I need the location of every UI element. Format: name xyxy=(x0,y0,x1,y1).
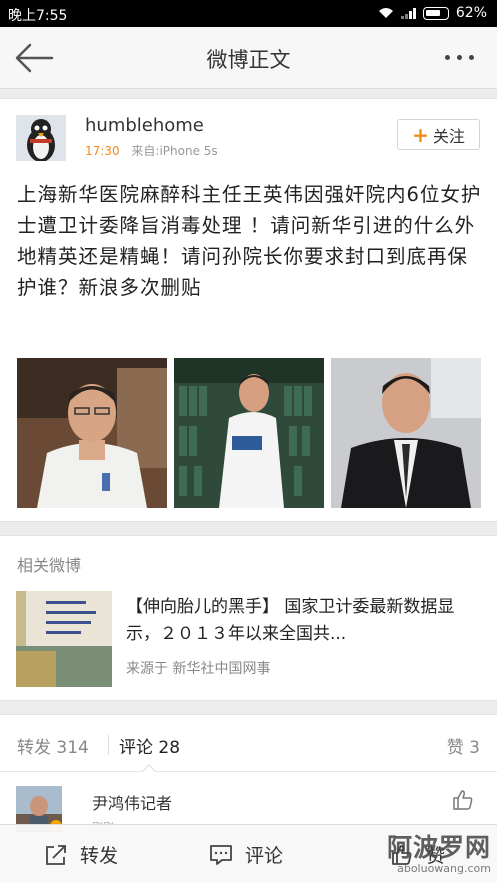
post-meta: 17:30 来自:iPhone 5s xyxy=(85,142,218,159)
plus-icon: + xyxy=(412,122,429,147)
signal-icon xyxy=(400,7,416,19)
tab-like[interactable]: 赞 3 xyxy=(447,733,480,758)
status-time: 晚上7:55 xyxy=(8,8,68,24)
related-title: 【伸向胎儿的黑手】 国家卫计委最新数据显示，２０１３年以来全国共... xyxy=(126,597,455,644)
tab-comment[interactable]: 评论 28 xyxy=(119,733,180,758)
related-source: 来源于 新华社中国网事 xyxy=(126,661,271,677)
post-body: 上海新华医院麻醉科主任王英伟因强奸院内6位女护士遭卫计委降旨消毒处理 ！请问新华… xyxy=(17,183,482,299)
comment-author[interactable]: 尹鸿伟记者 xyxy=(92,790,172,814)
interaction-tabs: 转发 314 评论 28 赞 3 xyxy=(0,714,497,772)
tab-divider xyxy=(108,735,109,755)
repost-label: 转发 xyxy=(80,845,119,867)
status-icons: 62% xyxy=(378,5,487,21)
related-section: 相关微博 【伸向胎儿的黑手】 国家卫计委最新数据显示，２０１３年以来全国共...… xyxy=(0,535,497,701)
comment-icon xyxy=(210,844,232,865)
post-source: 来自:iPhone 5s xyxy=(131,144,218,158)
status-bar: 晚上7:55 62% xyxy=(0,0,497,27)
tab-repost[interactable]: 转发 314 xyxy=(17,733,89,758)
penguin-avatar-icon xyxy=(16,115,66,161)
related-heading: 相关微博 xyxy=(17,556,82,575)
weibo-post: humblehome 17:30 来自:iPhone 5s + 关注 上海新华医… xyxy=(0,98,497,522)
watermark-text-cn: 阿波罗网 xyxy=(386,833,491,862)
battery-icon xyxy=(422,6,449,20)
post-photo-3[interactable] xyxy=(331,358,481,508)
comment-item: 尹鸿伟记者 刚刚 xyxy=(0,772,497,834)
related-thumbnail xyxy=(16,591,112,687)
comment-label: 评论 xyxy=(245,845,284,867)
post-photo-1[interactable] xyxy=(17,358,167,508)
nav-bar: 微博正文 xyxy=(0,27,497,89)
more-button[interactable] xyxy=(439,47,479,67)
battery-percent: 62% xyxy=(455,5,487,21)
post-photo-2[interactable] xyxy=(174,358,324,508)
thumbs-up-icon xyxy=(453,790,473,810)
related-card[interactable]: 【伸向胎儿的黑手】 国家卫计委最新数据显示，２０１３年以来全国共... 来源于 … xyxy=(16,588,481,688)
active-tab-pointer-icon xyxy=(142,764,156,772)
follow-button[interactable]: + 关注 xyxy=(397,119,480,150)
site-watermark: 阿波罗网 aboluowang.com xyxy=(386,833,491,876)
repost-icon xyxy=(46,844,66,865)
more-dots-icon xyxy=(444,54,450,60)
comment-like-button[interactable] xyxy=(451,788,475,812)
user-avatar[interactable] xyxy=(16,115,66,161)
follow-label: 关注 xyxy=(432,126,465,146)
page-title: 微博正文 xyxy=(206,48,291,72)
wifi-icon xyxy=(378,8,393,18)
comment-button[interactable]: 评论 xyxy=(209,841,283,868)
post-username[interactable]: humblehome xyxy=(85,115,204,136)
watermark-text-en: aboluowang.com xyxy=(397,862,491,875)
repost-button[interactable]: 转发 xyxy=(44,841,118,868)
post-time: 17:30 xyxy=(85,144,120,158)
